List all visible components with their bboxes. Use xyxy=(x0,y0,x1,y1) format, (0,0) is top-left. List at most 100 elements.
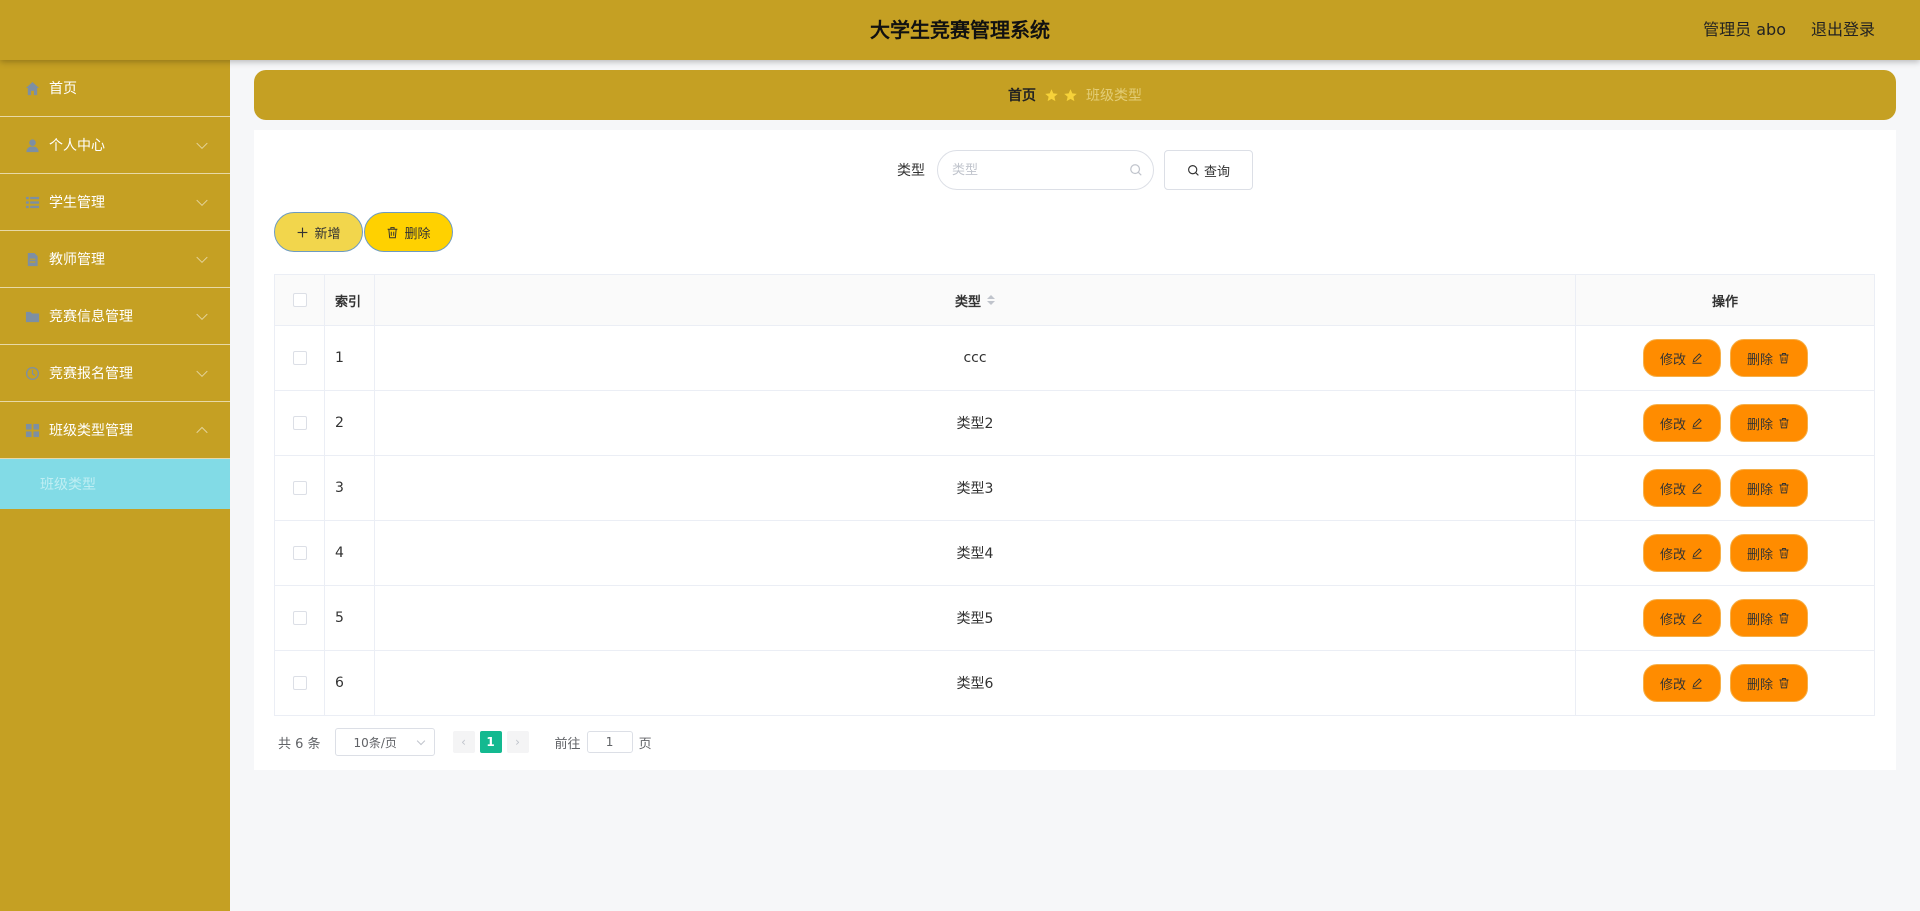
delete-button[interactable]: 删除 xyxy=(1729,339,1808,377)
sidebar-item-students[interactable]: 学生管理 xyxy=(0,174,230,231)
row-checkbox[interactable] xyxy=(292,611,307,625)
row-checkbox[interactable] xyxy=(292,351,307,365)
row-type: ccc xyxy=(375,326,1576,390)
row-index: 4 xyxy=(325,521,375,585)
sidebar-item-personal[interactable]: 个人中心 xyxy=(0,117,230,174)
row-checkbox[interactable] xyxy=(292,676,307,690)
edit-label: 修改 xyxy=(1659,612,1686,628)
document-icon xyxy=(24,251,40,267)
goto-label: 前往 xyxy=(554,736,581,752)
row-ops: 修改 删除 xyxy=(1576,651,1874,715)
edit-button[interactable]: 修改 xyxy=(1642,339,1721,377)
select-all-checkbox[interactable] xyxy=(292,293,307,307)
sidebar-item-label: 个人中心 xyxy=(49,138,105,154)
delete-label: 删除 xyxy=(1746,352,1773,368)
edit-button[interactable]: 修改 xyxy=(1642,534,1721,572)
table-row: 1 ccc 修改 删除 xyxy=(275,326,1874,391)
sidebar-item-label: 班级类型管理 xyxy=(49,423,133,439)
chevron-down-icon xyxy=(196,251,208,264)
add-button[interactable]: 新增 xyxy=(274,212,363,252)
goto-page-input[interactable] xyxy=(586,731,633,753)
edit-button[interactable]: 修改 xyxy=(1642,404,1721,442)
clock-icon xyxy=(24,365,40,381)
row-index: 2 xyxy=(325,391,375,455)
table-row: 6 类型6 修改 删除 xyxy=(275,651,1874,716)
search-input[interactable] xyxy=(952,151,1122,189)
edit-icon xyxy=(1692,353,1702,364)
chevron-down-icon xyxy=(196,308,208,321)
sidebar-item-label: 教师管理 xyxy=(49,252,105,268)
search-box xyxy=(937,150,1154,190)
search-row: 类型 查询 xyxy=(254,150,1896,190)
row-index: 1 xyxy=(325,326,375,390)
page-size-value: 10条/页 xyxy=(353,735,397,750)
edit-icon xyxy=(1692,418,1702,429)
pagination: 共 6 条 10条/页 ‹ 1 › 前往 页 xyxy=(278,728,652,756)
page-number-current[interactable]: 1 xyxy=(479,731,502,753)
batch-delete-button-label: 删除 xyxy=(404,226,431,242)
row-index: 6 xyxy=(325,651,375,715)
row-checkbox[interactable] xyxy=(292,416,307,430)
batch-delete-button[interactable]: 删除 xyxy=(364,212,453,252)
breadcrumb-current: 班级类型 xyxy=(1086,88,1142,104)
row-index: 5 xyxy=(325,586,375,650)
sidebar-subitem-class-type[interactable]: 班级类型 xyxy=(0,459,230,509)
chevron-down-icon xyxy=(196,365,208,378)
trash-icon xyxy=(1779,353,1789,364)
sidebar-item-teachers[interactable]: 教师管理 xyxy=(0,231,230,288)
row-checkbox[interactable] xyxy=(292,481,307,495)
header-type[interactable]: 类型 xyxy=(375,275,1576,325)
row-type: 类型2 xyxy=(375,391,1576,455)
delete-button[interactable]: 删除 xyxy=(1729,469,1808,507)
chevron-up-icon xyxy=(196,426,208,439)
data-table: 索引 类型 操作 1 ccc 修改 删除 2 类型2 修改 删除 3 类型3 修… xyxy=(274,274,1875,716)
chevron-down-icon xyxy=(196,194,208,207)
chevron-down-icon xyxy=(196,137,208,150)
edit-button[interactable]: 修改 xyxy=(1642,599,1721,637)
prev-page-button[interactable]: ‹ xyxy=(452,731,475,753)
header-type-label: 类型 xyxy=(954,294,981,310)
pagination-total: 共 6 条 xyxy=(278,736,321,752)
row-checkbox[interactable] xyxy=(292,546,307,560)
header-index: 索引 xyxy=(325,275,375,325)
top-header: 大学生竞赛管理系统 管理员 abo 退出登录 xyxy=(0,0,1920,60)
sort-icon[interactable] xyxy=(987,295,995,305)
page-size-select[interactable]: 10条/页 xyxy=(334,728,435,756)
current-user: 管理员 abo xyxy=(1703,20,1786,39)
next-page-button[interactable]: › xyxy=(506,731,529,753)
app-title: 大学生竞赛管理系统 xyxy=(870,18,1050,42)
table-row: 5 类型5 修改 删除 xyxy=(275,586,1874,651)
row-ops: 修改 删除 xyxy=(1576,586,1874,650)
list-icon xyxy=(24,194,40,210)
sidebar-item-home[interactable]: 首页 xyxy=(0,60,230,117)
delete-button[interactable]: 删除 xyxy=(1729,404,1808,442)
sidebar-item-label: 竞赛报名管理 xyxy=(49,366,133,382)
delete-button[interactable]: 删除 xyxy=(1729,534,1808,572)
sidebar-item-class-type[interactable]: 班级类型管理 xyxy=(0,402,230,459)
delete-button[interactable]: 删除 xyxy=(1729,599,1808,637)
star-icon xyxy=(1045,88,1058,101)
trash-icon xyxy=(1779,418,1789,429)
page-suffix-label: 页 xyxy=(638,736,652,752)
delete-button[interactable]: 删除 xyxy=(1729,664,1808,702)
row-ops: 修改 删除 xyxy=(1576,326,1874,390)
query-button[interactable]: 查询 xyxy=(1164,150,1253,190)
row-ops: 修改 删除 xyxy=(1576,391,1874,455)
delete-label: 删除 xyxy=(1746,677,1773,693)
star-icon xyxy=(1064,88,1077,101)
query-button-label: 查询 xyxy=(1203,164,1230,180)
logout-link[interactable]: 退出登录 xyxy=(1811,0,1875,60)
trash-icon xyxy=(1779,613,1789,624)
row-index: 3 xyxy=(325,456,375,520)
delete-label: 删除 xyxy=(1746,612,1773,628)
sidebar-item-competition-info[interactable]: 竞赛信息管理 xyxy=(0,288,230,345)
table-row: 2 类型2 修改 删除 xyxy=(275,391,1874,456)
edit-button[interactable]: 修改 xyxy=(1642,469,1721,507)
sidebar-item-competition-signup[interactable]: 竞赛报名管理 xyxy=(0,345,230,402)
edit-icon xyxy=(1692,548,1702,559)
breadcrumb-home[interactable]: 首页 xyxy=(1008,85,1036,105)
header-ops: 操作 xyxy=(1711,294,1738,310)
action-row: 新增 删除 xyxy=(274,212,453,252)
edit-button[interactable]: 修改 xyxy=(1642,664,1721,702)
table-header-row: 索引 类型 操作 xyxy=(275,275,1874,326)
